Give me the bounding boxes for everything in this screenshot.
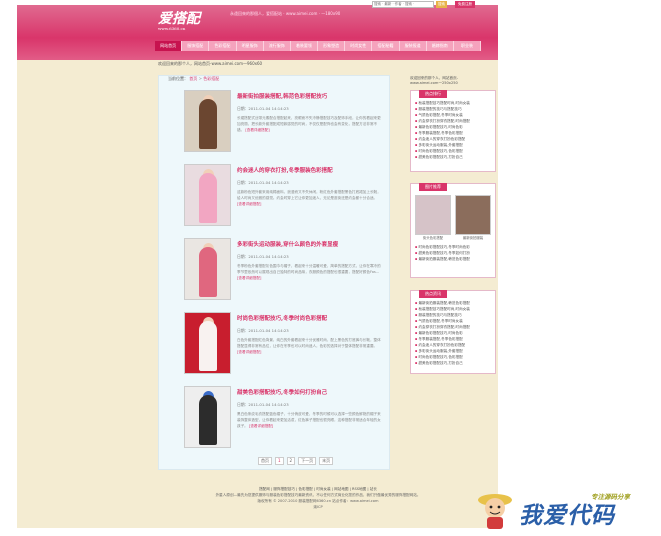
article-thumbnail[interactable] [184, 90, 231, 152]
read-more-link[interactable]: [查看详细搭配] [245, 128, 269, 132]
read-more-link[interactable]: [查看详细搭配] [237, 276, 261, 280]
sidebar-ad-line: www.aimei.com一250x250 [410, 81, 458, 85]
hot-news-list: 最新街拍服装搭配,韩范色彩搭配 秋装搭配技巧搭配时尚,时尚女装 服装搭配的技巧与… [411, 298, 495, 368]
nav-item[interactable]: 形象塑造 [318, 41, 346, 51]
photo-caption: 最新街拍服装 [462, 236, 484, 240]
list-item[interactable]: 甜美色彩搭配技巧,打扮自己 [415, 154, 491, 160]
article-thumbnail[interactable] [184, 238, 231, 300]
article-item: 约会迷人的穿衣打扮,冬季服装色彩搭配 日期：2011-01-04 14:14:2… [184, 164, 384, 226]
figure-shape [199, 247, 217, 297]
breadcrumb: 当前位置： 首页 > 色彩搭配 [168, 76, 219, 82]
watermark-text: 我爱代码 [519, 502, 615, 529]
pager-last[interactable]: 末页 [319, 457, 334, 465]
breadcrumb-home[interactable]: 首页 [189, 76, 197, 81]
pager-first[interactable]: 首页 [258, 457, 272, 465]
nav-item[interactable]: 流行服饰 [264, 41, 291, 51]
article-title[interactable]: 最新街拍服装搭配,韩范色彩搭配技巧 [237, 92, 327, 100]
register-link[interactable]: 免费注册 [455, 0, 475, 8]
hot-news-box: 热点资讯 最新街拍服装搭配,韩范色彩搭配 秋装搭配技巧搭配时尚,时尚女装 服装搭… [410, 290, 496, 374]
photo-link-list: 时尚色彩搭配技巧,冬季时尚色彩 甜美色彩搭配技巧,冬季如何打扮 最新街拍服装搭配… [411, 244, 495, 264]
read-more-link[interactable]: [查看详细搭配] [249, 424, 273, 428]
article-title[interactable]: 多彩街头运动服装,穿什么颜色的外套显瘦 [237, 240, 338, 248]
article-summary: 黑白色条纹毛衣搭配蓝色帽子，十分俏皮可爱，冬季的时候可以选择一些颜色鲜艳的帽子来… [237, 411, 382, 429]
search-input[interactable] [372, 0, 434, 8]
article-date: 日期：2011-01-04 14:14:23 [237, 106, 289, 111]
photo-caption: 街头色彩搭配 [422, 236, 444, 240]
top-ad-banner[interactable]: 欢迎回来的那个人，网站首页-www.aimei.com一960x60 [158, 61, 262, 67]
header-slogan: 永遠回來的那個人，爱搭配站 · www.aimei.com · 一180x90 [230, 11, 341, 16]
photo-card[interactable]: 街头色彩搭配 [415, 195, 451, 240]
figure-shape [199, 395, 217, 445]
breadcrumb-current[interactable]: 色彩搭配 [203, 76, 219, 81]
pager-page-1[interactable]: 1 [275, 457, 284, 465]
read-more-link[interactable]: [查看详细搭配] [237, 350, 261, 354]
top-search-bar: 搜索 免费注册 [372, 0, 475, 8]
photo-recommend-box: 图片推荐 街头色彩搭配 最新街拍服装 时尚色彩搭配技巧,冬季时尚色彩 甜美色彩搭… [410, 183, 496, 278]
article-date: 日期：2011-01-04 14:14:23 [237, 180, 289, 185]
article-summary: 白色外套搭配红色背景，纯白的外套看起来十分优雅时尚，配上黑色的打底裤与长靴，整体… [237, 337, 382, 355]
breadcrumb-separator: > [198, 76, 202, 81]
list-item[interactable]: 甜美色彩搭配技巧,打扮自己 [415, 360, 491, 366]
article-summary-text: 白色外套搭配红色背景，纯白的外套看起来十分优雅时尚，配上黑色的打底裤与长靴，整体… [237, 338, 381, 348]
article-title[interactable]: 时尚色彩搭配技巧,冬季时尚色彩搭配 [237, 314, 327, 322]
photo-grid: 街头色彩搭配 最新街拍服装 [411, 191, 495, 244]
article-item: 最新街拍服装搭配,韩范色彩搭配技巧 日期：2011-01-04 14:14:23… [184, 90, 384, 152]
list-item[interactable]: 最新街拍服装搭配,韩范色彩搭配 [415, 256, 491, 262]
nav-item[interactable]: 职业装 [454, 41, 482, 51]
article-item: 甜美色彩搭配技巧,冬季如何打扮自己 日期：2011-01-04 14:14:23… [184, 386, 384, 448]
article-title[interactable]: 甜美色彩搭配技巧,冬季如何打扮自己 [237, 388, 327, 396]
hot-ranking-box: 热点排行 秋装搭配技巧搭配时尚,时尚女装 服装搭配的技巧与搭配技巧 气质色彩搭配… [410, 90, 496, 172]
site-logo[interactable]: 爱搭配 www.6360.cn [158, 8, 200, 31]
search-button[interactable]: 搜索 [436, 0, 447, 8]
photo-card[interactable]: 最新街拍服装 [455, 195, 491, 240]
read-more-link[interactable]: [查看详细搭配] [237, 202, 261, 206]
article-item: 多彩街头运动服装,穿什么颜色的外套显瘦 日期：2011-01-04 14:14:… [184, 238, 384, 300]
mascot-icon [478, 494, 512, 529]
article-date: 日期：2011-01-04 14:14:23 [237, 328, 289, 333]
figure-shape [199, 321, 217, 371]
photo-thumbnail[interactable] [455, 195, 491, 235]
photo-recommend-title: 图片推荐 [419, 183, 447, 191]
nav-item[interactable]: 服装报道 [400, 41, 427, 51]
article-summary: 这款粉色短外套采用纯棉面料，浪漫而又不失休闲，粉红色外套搭配黑色打底裙加上长靴，… [237, 189, 382, 207]
figure-shape [199, 173, 217, 223]
article-summary: 长裙搭配式丝带元素配合搭配起来，亮眼而不失冷静搭配技巧及配饰手段，让你的看起来更… [237, 115, 382, 133]
hot-news-title: 热点资讯 [419, 290, 447, 298]
article-summary: 冬季粉色外套搭配灰色围巾与帽子，看起来十分温暖可爱，简单的搭配方式，让你在寒冷的… [237, 263, 382, 281]
sidebar-ad[interactable]: 欢迎回来的那个人，网站首页- www.aimei.com一250x250 [410, 76, 458, 86]
article-summary-text: 冬季粉色外套搭配灰色围巾与帽子，看起来十分温暖可爱，简单的搭配方式，让你在寒冷的… [237, 264, 381, 274]
nav-item[interactable]: 时尚女性 [345, 41, 373, 51]
nav-item-home[interactable]: 网站首页 [155, 41, 183, 51]
photo-thumbnail[interactable] [415, 195, 451, 235]
watermark-logo: 我爱代码 专注源码分享 [474, 488, 654, 533]
article-thumbnail[interactable] [184, 164, 231, 226]
article-title[interactable]: 约会迷人的穿衣打扮,冬季服装色彩搭配 [237, 166, 333, 174]
logo-text: 爱搭配 [158, 11, 200, 27]
figure-shape [199, 99, 217, 149]
article-summary-text: 这款粉色短外套采用纯棉面料，浪漫而又不失休闲，粉红色外套搭配黑色打底裙加上长靴，… [237, 190, 381, 200]
nav-item[interactable]: 婚嫁指南 [427, 41, 454, 51]
breadcrumb-label: 当前位置： [168, 76, 188, 81]
nav-item[interactable]: 明星服饰 [237, 41, 264, 51]
hot-ranking-list: 秋装搭配技巧搭配时尚,时尚女装 服装搭配的技巧与搭配技巧 气质色彩搭配,冬季时尚… [411, 98, 495, 162]
article-thumbnail[interactable] [184, 312, 231, 374]
nav-item[interactable]: 色彩搭配 [209, 41, 237, 51]
site-footer: 搭配网 | 服饰搭配技巧 | 色彩搭配 | 时尚女装 | 网站地图 | RSS地… [158, 486, 478, 510]
hot-ranking-title: 热点排行 [419, 90, 447, 98]
article-date: 日期：2011-01-04 14:14:23 [237, 254, 289, 259]
article-date: 日期：2011-01-04 14:14:23 [237, 402, 289, 407]
nav-item[interactable]: 服饰搭配 [182, 41, 210, 51]
main-nav: 网站首页 服饰搭配 色彩搭配 明星服饰 流行服饰 着装要领 形象塑造 时尚女性 … [155, 41, 482, 51]
pager-next[interactable]: 下一页 [298, 457, 317, 465]
article-thumbnail[interactable] [184, 386, 231, 448]
pagination: 首页 1 2 下一页 末页 [258, 457, 334, 465]
watermark-tagline: 专注源码分享 [591, 493, 630, 501]
nav-item[interactable]: 搭配秘籍 [372, 41, 400, 51]
pager-page-2[interactable]: 2 [286, 457, 296, 465]
footer-icp[interactable]: 渝ICP [158, 504, 478, 510]
article-item: 时尚色彩搭配技巧,冬季时尚色彩搭配 日期：2011-01-04 14:14:23… [184, 312, 384, 374]
nav-item[interactable]: 着装要领 [291, 41, 319, 51]
